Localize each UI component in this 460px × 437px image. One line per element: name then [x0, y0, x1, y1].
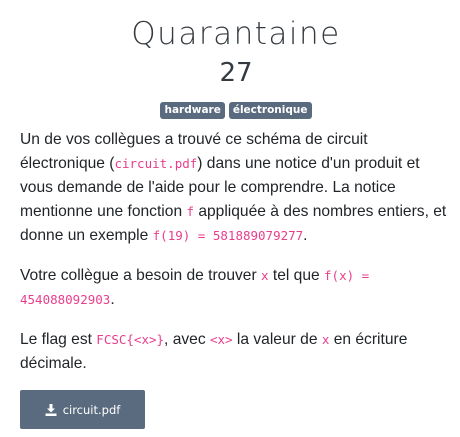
tag-electronique[interactable]: électronique — [228, 102, 312, 119]
text: tel que — [268, 267, 325, 284]
text: . — [303, 227, 308, 244]
inline-code-filename: circuit.pdf — [114, 156, 198, 171]
inline-code-placeholder: <x> — [209, 332, 233, 347]
challenge-card: Quarantaine 27 hardware électronique Un … — [0, 0, 460, 437]
text: la valeur de — [232, 331, 322, 348]
inline-code-variable: x — [261, 268, 269, 283]
tag-hardware[interactable]: hardware — [160, 102, 225, 119]
challenge-description: Un de vos collègues a trouvé ce schéma d… — [20, 128, 452, 376]
text: . — [110, 291, 115, 308]
inline-code-function: f — [186, 204, 194, 219]
description-paragraph-2: Votre collègue a besoin de trouver x tel… — [20, 264, 452, 312]
description-paragraph-3: Le flag est FCSC{<x>}, avec <x> la valeu… — [20, 328, 452, 376]
inline-code-flag-format: FCSC{<x>} — [96, 332, 165, 347]
challenge-title: Quarantaine — [131, 16, 341, 52]
tag-list: hardware électronique — [20, 102, 452, 122]
challenge-points: 27 — [219, 58, 253, 88]
download-button[interactable]: circuit.pdf — [20, 390, 145, 429]
text: , avec — [164, 331, 210, 348]
inline-code-example: f(19) = 581889079277 — [152, 228, 304, 243]
text: Le flag est — [20, 331, 97, 348]
download-label: circuit.pdf — [62, 402, 121, 417]
text: Votre collègue a besoin de trouver — [20, 267, 261, 284]
description-paragraph-1: Un de vos collègues a trouvé ce schéma d… — [20, 128, 452, 248]
download-icon — [45, 403, 57, 416]
